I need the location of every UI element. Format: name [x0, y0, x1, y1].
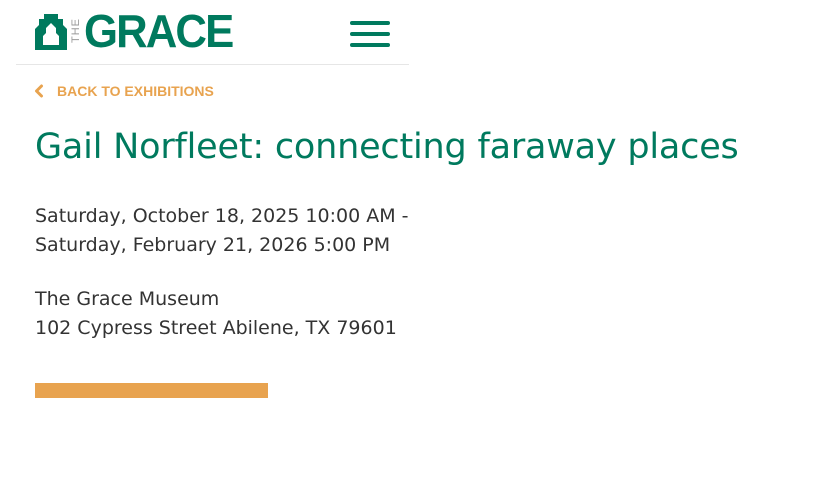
exhibition-location: The Grace Museum 102 Cypress Street Abil…	[35, 285, 397, 343]
logo-the-text: THE	[70, 18, 82, 44]
site-header: THE GRACE	[16, 0, 409, 65]
back-link-label: BACK TO EXHIBITIONS	[57, 83, 214, 99]
hamburger-menu-icon[interactable]	[350, 19, 390, 49]
exhibition-title: Gail Norfleet: connecting faraway places	[35, 127, 739, 167]
exhibition-dates: Saturday, October 18, 2025 10:00 AM - Sa…	[35, 202, 409, 260]
start-datetime: Saturday, October 18, 2025 10:00 AM -	[35, 205, 409, 227]
venue-name: The Grace Museum	[35, 288, 220, 310]
accent-divider	[35, 383, 268, 398]
building-logo-icon	[35, 14, 67, 50]
chevron-left-icon	[35, 84, 43, 98]
end-datetime: Saturday, February 21, 2026 5:00 PM	[35, 234, 391, 256]
logo-wordmark: GRACE	[84, 5, 234, 57]
venue-address: 102 Cypress Street Abilene, TX 79601	[35, 317, 397, 339]
back-to-exhibitions-link[interactable]: BACK TO EXHIBITIONS	[34, 83, 214, 99]
grace-logo[interactable]: THE GRACE	[34, 5, 240, 57]
